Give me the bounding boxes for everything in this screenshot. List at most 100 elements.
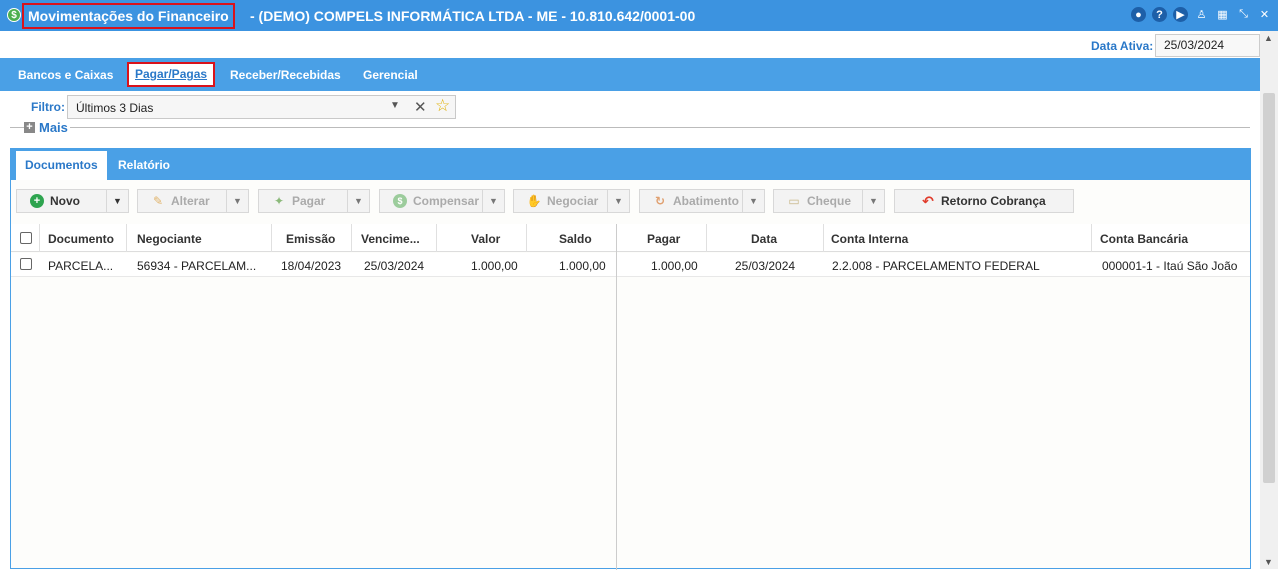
col-vencimento[interactable]: Vencime... [361, 232, 420, 246]
undo-icon: ↶ [922, 192, 934, 209]
negociar-label: Negociar [547, 194, 599, 208]
toolbar: + Novo ▼ ✎ Alterar ▼ ✦ Pagar ▼ $ Compens… [16, 189, 1246, 213]
clear-icon[interactable]: ✕ [414, 98, 427, 116]
window-titlebar: $ Movimentações do Financeiro - (DEMO) C… [0, 0, 1278, 31]
retorno-cobranca-button[interactable]: ↶ Retorno Cobrança [894, 189, 1074, 213]
chevron-down-icon[interactable]: ▼ [482, 190, 504, 212]
handshake-icon: ✋ [526, 194, 542, 208]
mais-toggle[interactable]: + Mais [24, 120, 70, 135]
col-pagar[interactable]: Pagar [647, 232, 680, 246]
chevron-down-icon[interactable]: ▼ [226, 190, 248, 212]
tab-receber-recebidas[interactable]: Receber/Recebidas [230, 68, 341, 82]
chat-icon[interactable]: ● [1131, 7, 1146, 22]
top-bar [0, 31, 1278, 58]
money-icon: ✦ [273, 194, 285, 208]
row-checkbox[interactable] [20, 258, 32, 270]
tab-relatorio[interactable]: Relatório [118, 158, 170, 172]
col-emissao[interactable]: Emissão [286, 232, 335, 246]
table-row[interactable]: PARCELA... 56934 - PARCELAM... 18/04/202… [11, 253, 1250, 277]
cell-valor: 1.000,00 [471, 259, 518, 273]
window-title-main: Movimentações do Financeiro [22, 3, 235, 29]
scroll-down-icon[interactable]: ▼ [1264, 557, 1273, 567]
tab-documentos[interactable]: Documentos [16, 151, 107, 180]
cell-documento: PARCELA... [48, 259, 114, 273]
play-icon[interactable]: ▶ [1173, 7, 1188, 22]
column-separator [351, 224, 352, 252]
window-title-company: - (DEMO) COMPELS INFORMÁTICA LTDA - ME -… [250, 8, 696, 24]
refresh-icon: ↻ [654, 194, 666, 208]
calendar-icon[interactable]: ▦ [1215, 7, 1230, 22]
filter-label: Filtro: [31, 100, 65, 114]
cell-data: 25/03/2024 [735, 259, 796, 273]
cell-negociante: 56934 - PARCELAM... [137, 259, 257, 273]
documents-panel: Documentos Relatório + Novo ▼ ✎ Alterar … [10, 148, 1251, 570]
add-icon: + [30, 194, 44, 208]
scroll-up-icon[interactable]: ▲ [1264, 33, 1273, 43]
novo-button[interactable]: + Novo ▼ [16, 189, 129, 213]
page-scrollbar[interactable]: ▲ ▼ [1260, 31, 1278, 569]
main-tabs: Bancos e Caixas Pagar/Pagas Receber/Rece… [0, 58, 1260, 91]
cheque-icon: ▭ [788, 194, 800, 208]
retorno-cobranca-label: Retorno Cobrança [941, 194, 1046, 208]
grid-splitter[interactable] [616, 224, 617, 570]
data-ativa-field[interactable]: 25/03/2024 [1155, 34, 1260, 57]
chevron-down-icon[interactable]: ▼ [347, 190, 369, 212]
col-data[interactable]: Data [751, 232, 777, 246]
data-ativa-label: Data Ativa: [1091, 39, 1154, 53]
cell-vencimento: 25/03/2024 [364, 259, 425, 273]
col-negociante[interactable]: Negociante [137, 232, 202, 246]
column-separator [1091, 224, 1092, 252]
abatimento-button[interactable]: ↻ Abatimento ▼ [639, 189, 765, 213]
column-separator [823, 224, 824, 252]
chevron-down-icon[interactable]: ▼ [607, 190, 629, 212]
chevron-down-icon[interactable]: ▼ [106, 190, 128, 212]
abatimento-label: Abatimento [673, 194, 739, 208]
close-icon[interactable]: ✕ [1257, 7, 1272, 22]
window-controls: ● ? ▶ ♙ ▦ ⤡ ✕ [1131, 7, 1272, 22]
col-conta-bancaria[interactable]: Conta Bancária [1100, 232, 1188, 246]
col-conta-interna[interactable]: Conta Interna [831, 232, 908, 246]
filter-value: Últimos 3 Dias [76, 101, 154, 115]
cell-conta-bancaria: 000001-1 - Itaú São João [1102, 259, 1238, 273]
mais-label: Mais [39, 120, 68, 135]
user-icon[interactable]: ♙ [1194, 7, 1209, 22]
fullscreen-icon[interactable]: ⤡ [1236, 7, 1251, 22]
scroll-thumb[interactable] [1263, 93, 1275, 483]
tab-pagar-pagas[interactable]: Pagar/Pagas [127, 62, 216, 87]
cheque-label: Cheque [807, 194, 852, 208]
cell-emissao: 18/04/2023 [281, 259, 342, 273]
column-separator [271, 224, 272, 252]
column-separator [526, 224, 527, 252]
compensate-icon: $ [393, 194, 407, 208]
chevron-down-icon[interactable]: ▼ [390, 100, 400, 111]
alterar-button[interactable]: ✎ Alterar ▼ [137, 189, 249, 213]
col-valor[interactable]: Valor [471, 232, 500, 246]
negociar-button[interactable]: ✋ Negociar ▼ [513, 189, 630, 213]
tab-bancos-e-caixas[interactable]: Bancos e Caixas [18, 68, 113, 82]
select-all-checkbox[interactable] [20, 232, 32, 244]
cell-saldo: 1.000,00 [559, 259, 606, 273]
column-separator [706, 224, 707, 252]
compensar-button[interactable]: $ Compensar ▼ [379, 189, 505, 213]
cheque-button[interactable]: ▭ Cheque ▼ [773, 189, 885, 213]
help-icon[interactable]: ? [1152, 7, 1167, 22]
tab-gerencial[interactable]: Gerencial [363, 68, 418, 82]
pagar-button[interactable]: ✦ Pagar ▼ [258, 189, 370, 213]
column-separator [126, 224, 127, 252]
chevron-down-icon[interactable]: ▼ [862, 190, 884, 212]
compensar-label: Compensar [413, 194, 480, 208]
col-saldo[interactable]: Saldo [559, 232, 592, 246]
star-icon[interactable]: ☆ [435, 96, 450, 116]
chevron-down-icon[interactable]: ▼ [742, 190, 764, 212]
dollar-icon: $ [7, 8, 21, 22]
edit-icon: ✎ [152, 194, 164, 208]
column-separator [39, 224, 40, 252]
filter-select[interactable]: Últimos 3 Dias ▼ ✕ ☆ [67, 95, 456, 119]
cell-conta-interna: 2.2.008 - PARCELAMENTO FEDERAL [832, 259, 1040, 273]
sub-tabs: Documentos Relatório [11, 149, 1250, 180]
alterar-label: Alterar [171, 194, 210, 208]
col-documento[interactable]: Documento [48, 232, 114, 246]
cell-pagar: 1.000,00 [651, 259, 698, 273]
pagar-label: Pagar [292, 194, 326, 208]
novo-label: Novo [50, 194, 80, 208]
